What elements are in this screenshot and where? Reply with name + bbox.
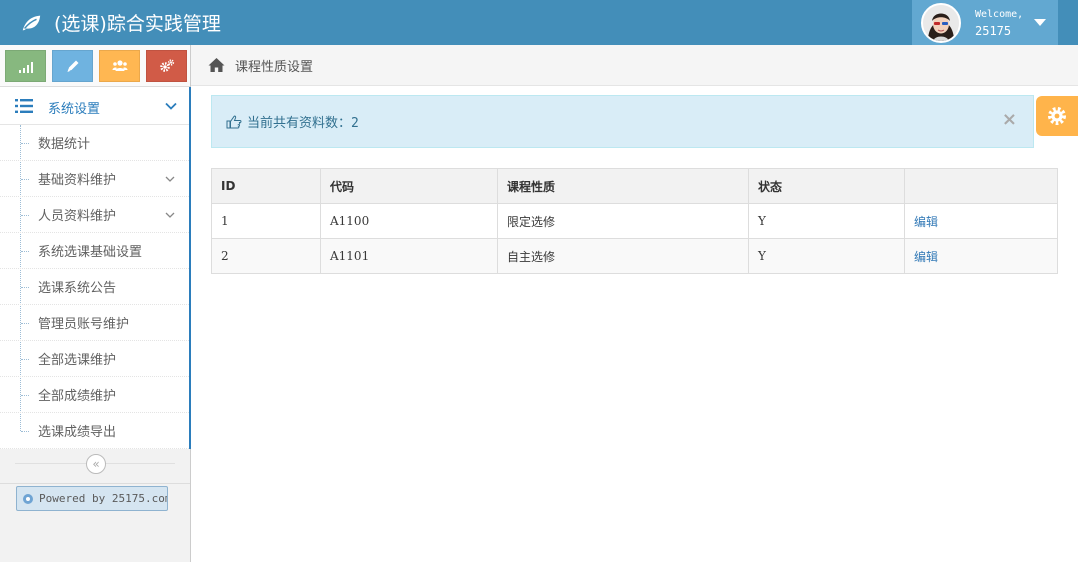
home-icon[interactable] <box>208 57 225 73</box>
sidebar-item-admin-accounts[interactable]: 管理员账号维护 <box>0 305 189 341</box>
alert-text: 当前共有资料数：2 <box>247 112 359 131</box>
cell-status: Y <box>748 203 905 239</box>
chevron-down-icon <box>165 176 175 182</box>
brand[interactable]: (选课)踪合实践管理 <box>20 0 221 45</box>
cell-nature: 自主选修 <box>497 238 749 274</box>
caret-down-icon[interactable] <box>1034 19 1046 26</box>
list-icon <box>15 99 33 113</box>
sidebar-item-label: 选课系统公告 <box>38 281 117 296</box>
chevron-down-icon <box>165 212 175 218</box>
alert-label: 当前共有资料数： <box>247 116 352 131</box>
hand-pointer-icon <box>226 115 242 128</box>
cell-status: Y <box>748 238 905 274</box>
course-nature-table: ID 代码 课程性质 状态 1 A1100 限定选修 Y 编辑 2 A1101 … <box>211 168 1058 274</box>
sidebar-item-label: 基础资料维护 <box>38 173 117 188</box>
cell-code: A1101 <box>320 238 498 274</box>
breadcrumb-current: 课程性质设置 <box>235 59 314 75</box>
sidebar: 系统设置 数据统计 基础资料维护 人员资料维护 系统选课基础设置 选课系统公告 <box>0 45 191 562</box>
collapse-sidebar-button[interactable]: « <box>86 454 106 474</box>
edit-link[interactable]: 编辑 <box>914 250 938 264</box>
sidebar-item-label: 选课成绩导出 <box>38 425 117 440</box>
pencil-icon <box>67 60 78 72</box>
cell-id: 1 <box>211 203 321 239</box>
user-avatar-icon <box>923 4 959 41</box>
shortcut-settings-button[interactable] <box>146 50 187 82</box>
table-header-row: ID 代码 课程性质 状态 <box>211 168 1058 204</box>
settings-toggle-button[interactable] <box>1036 96 1078 136</box>
info-icon <box>23 493 33 504</box>
double-angle-left-icon: « <box>92 457 100 471</box>
cell-nature: 限定选修 <box>497 203 749 239</box>
column-header-code: 代码 <box>320 168 498 204</box>
avatar[interactable] <box>921 2 961 43</box>
users-icon <box>112 60 127 71</box>
sidebar-item-label: 系统选课基础设置 <box>38 245 143 260</box>
sidebar-section-label: 系统设置 <box>48 102 101 117</box>
sidebar-item-personnel-data[interactable]: 人员资料维护 <box>0 197 189 233</box>
column-header-actions <box>904 168 1058 204</box>
sidebar-item-all-grades[interactable]: 全部成绩维护 <box>0 377 189 413</box>
cogs-icon <box>159 59 174 72</box>
powered-by-badge[interactable]: Powered by 25175.com <box>16 486 168 511</box>
powered-by-text: Powered by 25175.com <box>39 492 168 505</box>
sidebar-item-announcements[interactable]: 选课系统公告 <box>0 269 189 305</box>
active-indicator <box>189 87 191 125</box>
signal-icon <box>18 62 33 73</box>
sidebar-item-label: 全部选课维护 <box>38 353 117 368</box>
sidebar-item-label: 管理员账号维护 <box>38 317 130 332</box>
table-row: 1 A1100 限定选修 Y 编辑 <box>211 203 1058 239</box>
column-header-id: ID <box>211 168 321 204</box>
user-menu[interactable]: Welcome, 25175 <box>912 0 1058 45</box>
sidebar-collapse: « <box>0 449 190 479</box>
user-info: Welcome, 25175 <box>975 7 1023 39</box>
gear-icon <box>1048 107 1066 125</box>
sidebar-item-course-basic-settings[interactable]: 系统选课基础设置 <box>0 233 189 269</box>
sidebar-item-all-selections[interactable]: 全部选课维护 <box>0 341 189 377</box>
sidebar-item-label: 全部成绩维护 <box>38 389 117 404</box>
username: 25175 <box>975 23 1012 38</box>
shortcut-stats-button[interactable] <box>5 50 46 82</box>
record-count: 2 <box>351 116 359 131</box>
table-row: 2 A1101 自主选修 Y 编辑 <box>211 238 1058 274</box>
top-navbar: (选课)踪合实践管理 Welcome, 25175 <box>0 0 1078 45</box>
cell-actions: 编辑 <box>904 238 1058 274</box>
chevron-down-icon <box>165 102 177 110</box>
edit-link[interactable]: 编辑 <box>914 215 938 229</box>
cell-actions: 编辑 <box>904 203 1058 239</box>
sidebar-shortcuts <box>0 45 190 87</box>
sidebar-item-label: 人员资料维护 <box>38 209 117 224</box>
close-icon[interactable]: × <box>1002 110 1017 130</box>
powered-by-area: Powered by 25175.com <box>0 483 190 513</box>
sidebar-item-system-settings[interactable]: 系统设置 <box>0 87 191 125</box>
column-header-nature: 课程性质 <box>497 168 749 204</box>
sidebar-item-grade-export[interactable]: 选课成绩导出 <box>0 413 189 449</box>
sidebar-submenu: 数据统计 基础资料维护 人员资料维护 系统选课基础设置 选课系统公告 管理员账号… <box>0 125 191 449</box>
cell-code: A1100 <box>320 203 498 239</box>
cell-id: 2 <box>211 238 321 274</box>
shortcut-users-button[interactable] <box>99 50 140 82</box>
sidebar-item-label: 数据统计 <box>38 137 91 152</box>
info-alert: 当前共有资料数：2 × <box>211 95 1034 148</box>
leaf-icon <box>22 15 41 30</box>
sidebar-item-basic-data[interactable]: 基础资料维护 <box>0 161 189 197</box>
shortcut-edit-button[interactable] <box>52 50 93 82</box>
welcome-text: Welcome, <box>975 8 1024 20</box>
breadcrumb: 课程性质设置 <box>191 45 1078 86</box>
column-header-status: 状态 <box>748 168 905 204</box>
sidebar-item-data-stats[interactable]: 数据统计 <box>0 125 189 161</box>
app-title: (选课)踪合实践管理 <box>54 13 221 35</box>
